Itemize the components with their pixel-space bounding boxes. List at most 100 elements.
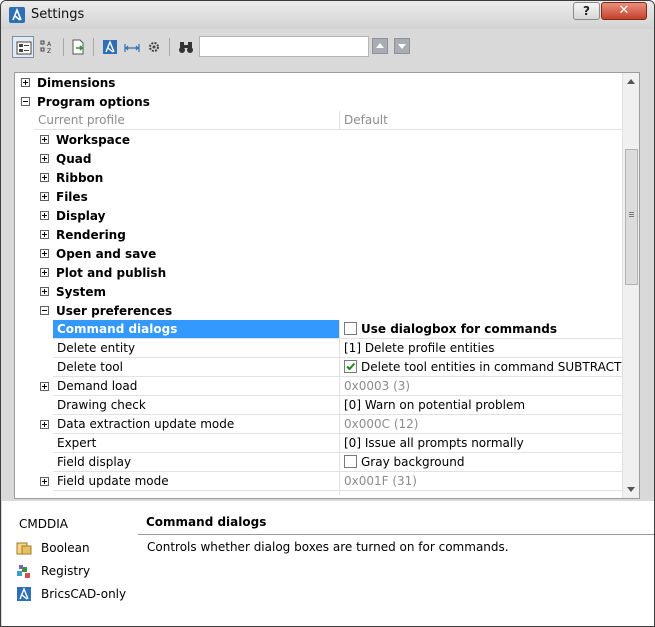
settings-window: Settings ? ✕ AZ Dimensions Program optio… (0, 0, 655, 627)
tree-category[interactable]: Program options (16, 92, 623, 111)
expand-icon[interactable] (40, 268, 49, 277)
category-label: Plot and publish (56, 266, 167, 280)
setting-value-text: Delete tool entities in command SUBTRACT (361, 360, 622, 374)
legend-label: Registry (41, 564, 91, 578)
expand-icon[interactable] (40, 477, 49, 486)
setting-value[interactable]: Gray background (340, 453, 623, 472)
boolean-icon (16, 540, 32, 556)
tree-category[interactable]: Ribbon (16, 168, 623, 187)
expand-icon[interactable] (40, 154, 49, 163)
setting-label[interactable]: Drawing check (53, 396, 340, 415)
setting-row[interactable]: Demand load 0x0003 (3) (16, 377, 623, 396)
tree-category[interactable]: Dimensions (16, 73, 623, 92)
setting-row[interactable]: Expert [0] Issue all prompts normally (16, 434, 623, 453)
tree-category[interactable]: Quad (16, 149, 623, 168)
setting-label[interactable]: Demand load (53, 377, 340, 396)
sort-alphabetical-icon[interactable]: AZ (37, 36, 59, 58)
setting-row[interactable]: Field display Gray background (16, 453, 623, 472)
close-button[interactable]: ✕ (601, 2, 647, 20)
tree-category[interactable]: Workspace (16, 130, 623, 149)
grip-line (629, 214, 634, 215)
binoculars-search-icon[interactable] (175, 36, 197, 58)
search-input[interactable] (199, 36, 369, 57)
setting-value-text: [1] Delete profile entities (344, 341, 495, 355)
setting-value[interactable]: Delete tool entities in command SUBTRACT (340, 358, 623, 377)
checked-checkbox-icon[interactable] (344, 360, 357, 373)
scrollbar-thumb[interactable] (625, 149, 638, 285)
setting-value[interactable]: Use dialogbox for commands (340, 320, 623, 339)
current-profile-value[interactable]: Default (340, 111, 623, 130)
tree-category[interactable]: Open and save (16, 244, 623, 263)
search-previous-button[interactable] (372, 38, 388, 54)
setting-label[interactable]: Expert (53, 434, 340, 453)
setting-label[interactable]: Delete tool (53, 358, 340, 377)
toolbar-separator (93, 38, 94, 56)
expand-icon[interactable] (40, 249, 49, 258)
svg-text:Z: Z (47, 48, 51, 55)
expand-icon[interactable] (40, 135, 49, 144)
help-button[interactable]: ? (573, 2, 600, 20)
bricscad-filter-icon[interactable] (99, 36, 121, 58)
categorized-view-icon[interactable] (12, 36, 34, 58)
title-bar[interactable]: Settings ? ✕ (1, 1, 654, 29)
category-label: Rendering (56, 228, 126, 242)
partial-row-value (340, 491, 623, 495)
expand-icon[interactable] (40, 420, 49, 429)
grip-line (629, 212, 634, 213)
expand-icon[interactable] (40, 173, 49, 182)
setting-row[interactable]: Delete tool Delete tool entities in comma… (16, 358, 623, 377)
setting-label[interactable]: Command dialogs (53, 320, 340, 339)
window-title: Settings (31, 7, 85, 22)
setting-row[interactable]: Drawing check [0] Warn on potential probl… (16, 396, 623, 415)
setting-label[interactable]: Delete entity (53, 339, 340, 358)
registry-icon (16, 563, 32, 579)
expand-icon[interactable] (40, 211, 49, 220)
tree-category[interactable]: Plot and publish (16, 263, 623, 282)
setting-value[interactable]: [0] Warn on potential problem (340, 396, 623, 415)
variable-name: CMDDIA (19, 517, 68, 531)
setting-value[interactable]: [0] Issue all prompts normally (340, 434, 623, 453)
expand-icon[interactable] (40, 192, 49, 201)
category-label: Display (56, 209, 106, 223)
setting-value[interactable]: 0x001F (31) (340, 472, 623, 491)
setting-value-text: 0x001F (31) (344, 474, 417, 488)
expand-icon[interactable] (40, 382, 49, 391)
scroll-down-icon[interactable] (627, 487, 635, 492)
unchecked-checkbox-icon[interactable] (344, 455, 357, 468)
svg-text:A: A (47, 41, 52, 48)
legend-label: BricsCAD-only (41, 587, 127, 601)
tree-category[interactable]: Display (16, 206, 623, 225)
search-next-button[interactable] (394, 38, 410, 54)
scroll-up-icon[interactable] (627, 79, 635, 84)
tree-category[interactable]: User preferences (16, 301, 623, 320)
setting-row[interactable]: Command dialogs Use dialogbox for command… (16, 320, 623, 339)
setting-value[interactable]: [1] Delete profile entities (340, 339, 623, 358)
bricscad-app-icon (9, 7, 25, 23)
tree-category[interactable]: System (16, 282, 623, 301)
vertical-scrollbar[interactable] (622, 73, 639, 498)
tree-category[interactable]: Rendering (16, 225, 623, 244)
expand-icon[interactable] (21, 78, 30, 87)
tree-category[interactable]: Files (16, 187, 623, 206)
expand-icon[interactable] (40, 287, 49, 296)
description-title: Command dialogs (146, 515, 267, 529)
toolbar: AZ (7, 31, 648, 61)
category-label: System (56, 285, 106, 299)
setting-value[interactable]: 0x0003 (3) (340, 377, 623, 396)
setting-label[interactable]: Field update mode (53, 472, 340, 491)
setting-value-text: 0x000C (12) (344, 417, 419, 431)
settings-gear-icon[interactable] (143, 36, 165, 58)
setting-label[interactable]: Field display (53, 453, 340, 472)
setting-row[interactable]: Data extraction update mode 0x000C (12) (16, 415, 623, 434)
setting-row[interactable]: Delete entity [1] Delete profile entities (16, 339, 623, 358)
collapse-icon[interactable] (21, 97, 30, 106)
collapse-icon[interactable] (40, 306, 49, 315)
info-panel: CMDDIA Boolean Registry BricsCAD-only Co… (2, 501, 654, 626)
setting-label[interactable]: Data extraction update mode (53, 415, 340, 434)
export-icon[interactable] (67, 36, 89, 58)
dimension-icon[interactable] (121, 36, 143, 58)
expand-icon[interactable] (40, 230, 49, 239)
unchecked-checkbox-icon[interactable] (344, 322, 357, 335)
setting-row[interactable]: Field update mode 0x001F (31) (16, 472, 623, 491)
setting-value[interactable]: 0x000C (12) (340, 415, 623, 434)
